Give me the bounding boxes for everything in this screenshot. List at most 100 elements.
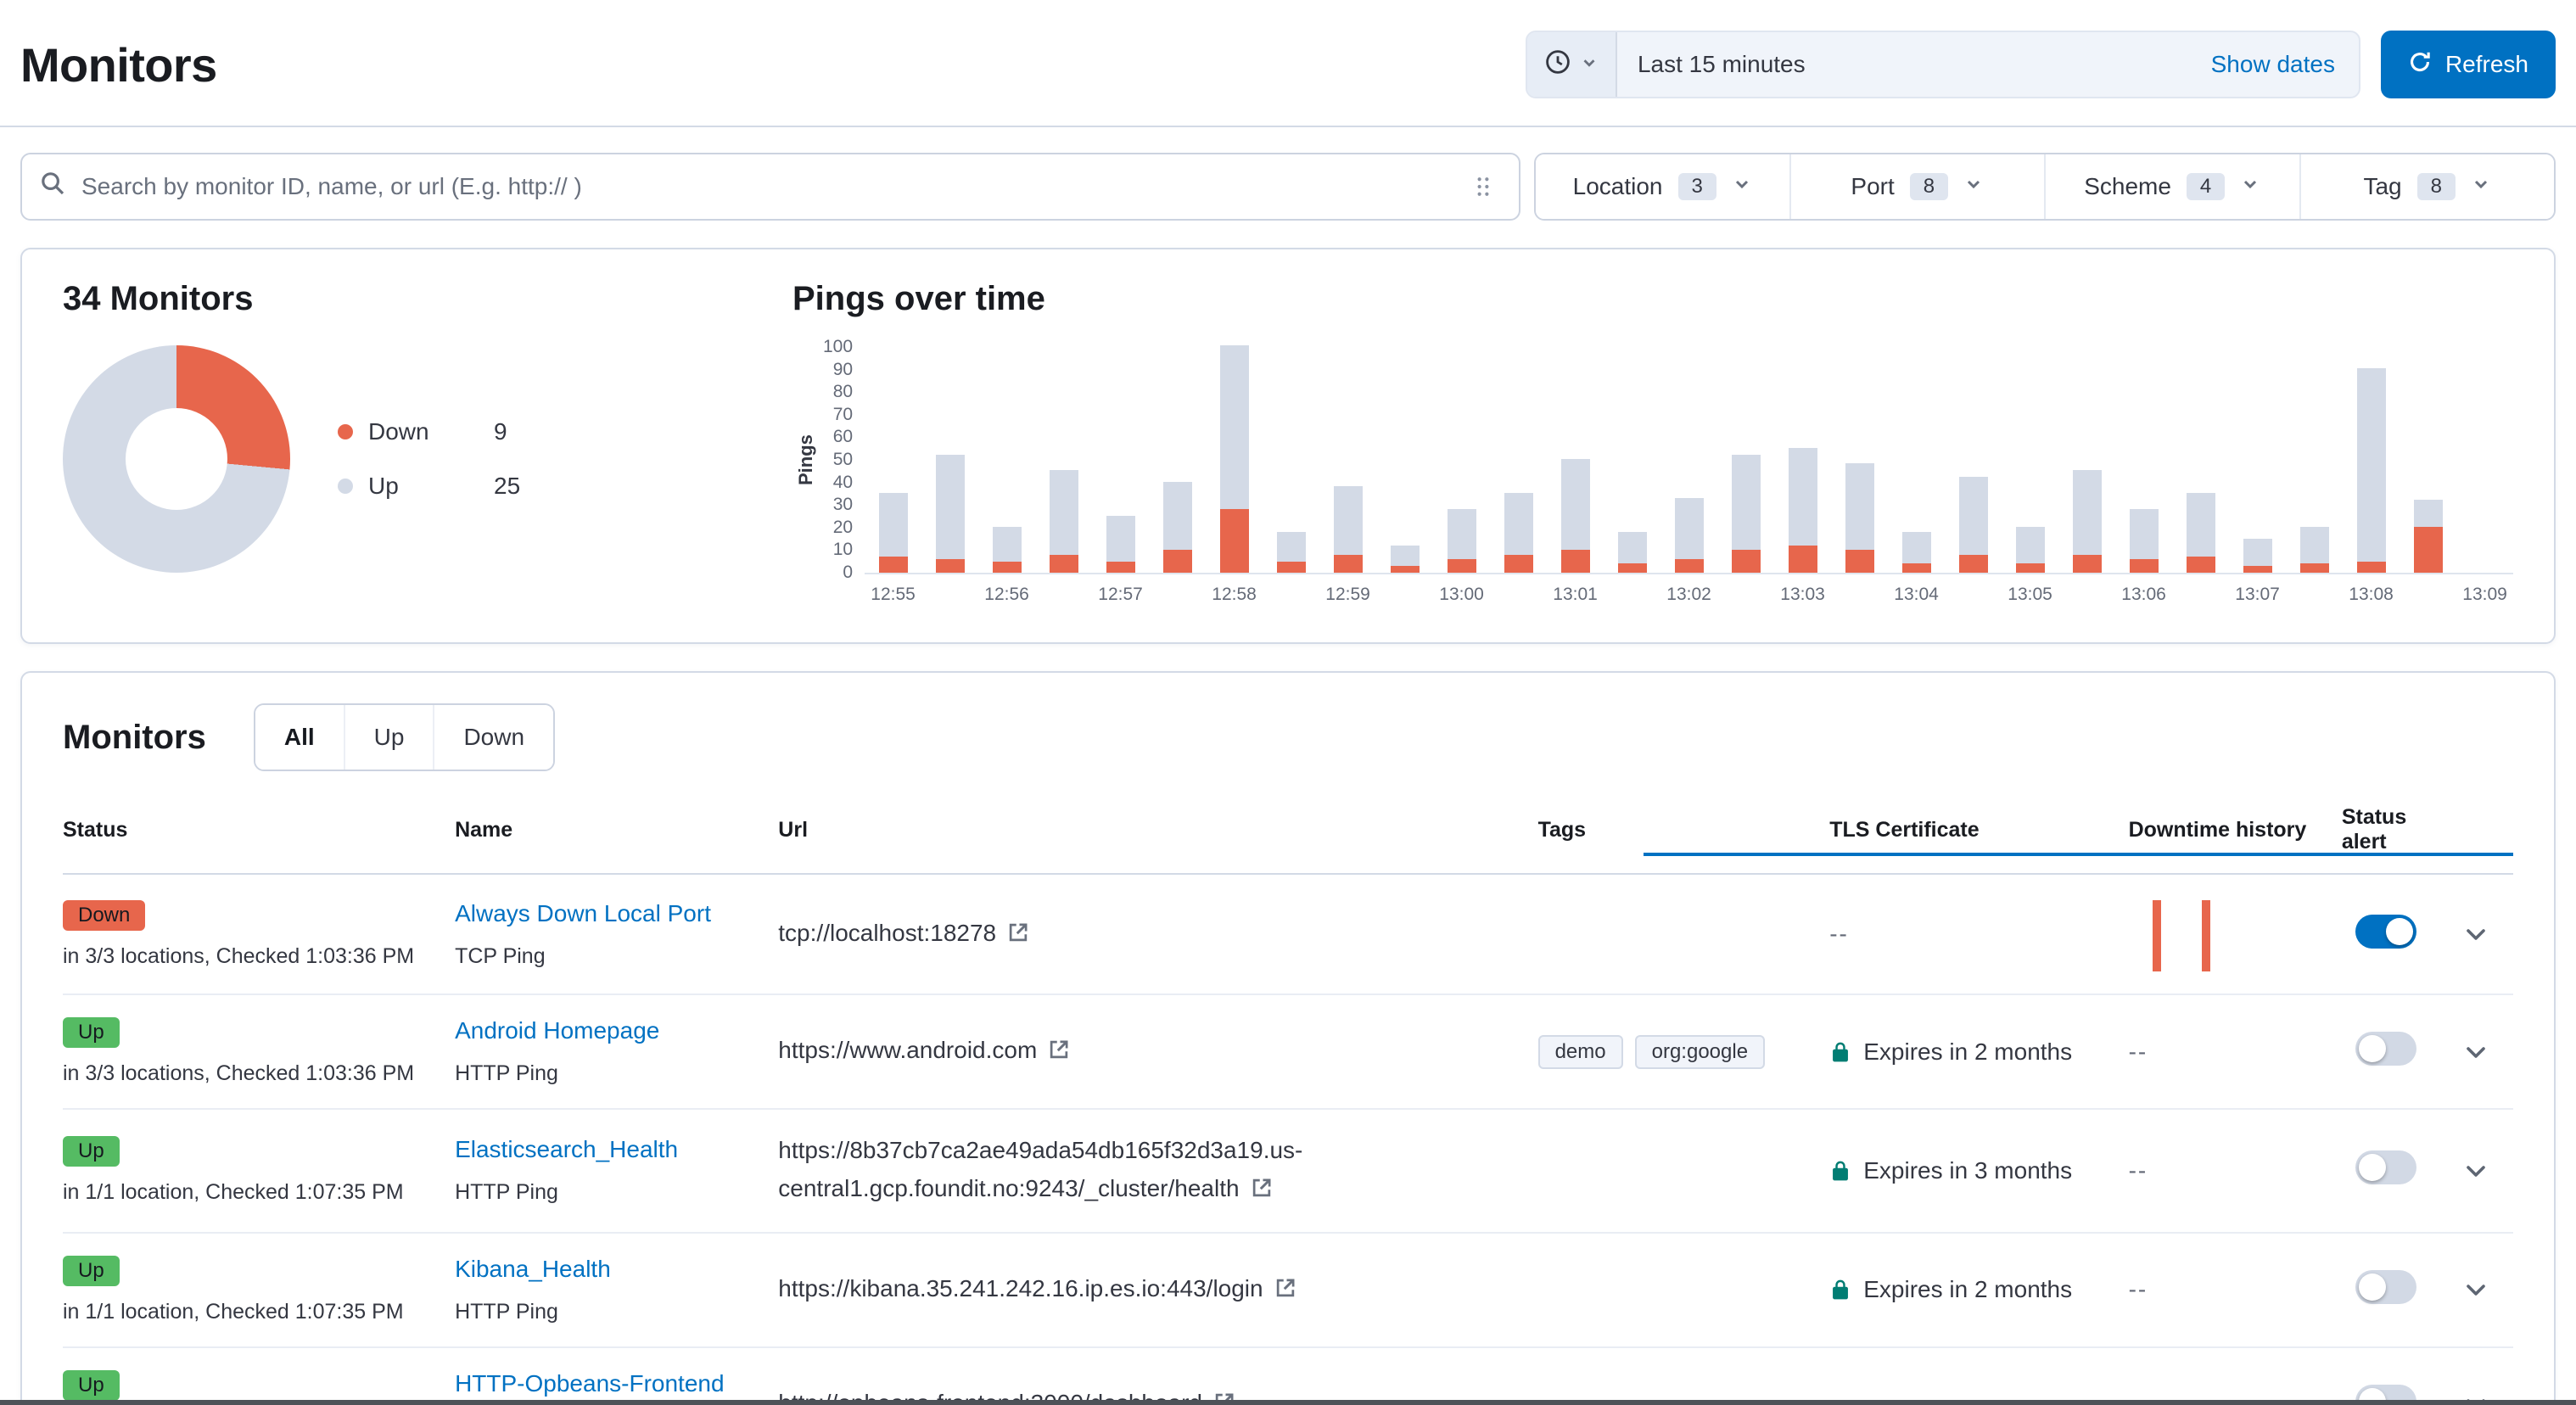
refresh-button[interactable]: Refresh <box>2381 31 2556 98</box>
expand-row-button[interactable] <box>2459 917 2493 951</box>
chart-y-tick-label: 40 <box>833 474 853 491</box>
chart-x-tick-label: 12:58 <box>1206 585 1263 605</box>
legend-item-up[interactable]: Up 25 <box>338 473 520 500</box>
chart-bar-slot <box>1717 345 1774 573</box>
chart-down-segment <box>2016 563 2045 573</box>
down-legend-label: Down <box>368 418 473 445</box>
tls-certificate-cell: Expires in 2 months <box>1829 994 2128 1109</box>
column-expand <box>2459 802 2513 874</box>
chart-bar <box>879 345 908 573</box>
status-alert-toggle[interactable] <box>2355 1150 2416 1184</box>
chart-up-segment <box>1732 455 1761 551</box>
time-range-value[interactable]: Last 15 minutes <box>1617 51 2187 78</box>
monitor-name-link[interactable]: Elasticsearch_Health <box>455 1136 678 1163</box>
chart-down-segment <box>1732 550 1761 573</box>
monitor-type: HTTP Ping <box>455 1300 761 1324</box>
chart-up-segment <box>2414 500 2443 527</box>
chart-bar-slot <box>1660 345 1717 573</box>
downtime-history-cell: -- <box>2129 1109 2342 1233</box>
chart-bar <box>1732 345 1761 573</box>
monitor-type: HTTP Ping <box>455 1061 761 1086</box>
filter-scheme[interactable]: Scheme 4 <box>2044 154 2299 219</box>
chart-y-axis-title: Pings <box>792 345 820 574</box>
url-cell: https://www.android.com <box>778 994 1537 1109</box>
monitor-url: https://kibana.35.241.242.16.ip.es.io:44… <box>778 1275 1263 1301</box>
chart-bar <box>1959 345 1988 573</box>
name-cell: HTTP-Opbeans-FrontendHTTP Ping <box>455 1347 778 1405</box>
monitor-name-link[interactable]: Always Down Local Port <box>455 900 711 927</box>
monitors-donut <box>63 345 290 573</box>
pings-chart-xlabels: 12:5512:5612:5712:5812:5913:0013:0113:02… <box>865 585 2513 605</box>
chart-bar-slot <box>1490 345 1547 573</box>
monitor-name-link[interactable]: Android Homepage <box>455 1017 659 1044</box>
monitor-name-link[interactable]: HTTP-Opbeans-Frontend <box>455 1370 724 1397</box>
status-alert-toggle[interactable] <box>2355 1032 2416 1066</box>
chart-x-tick-label: 13:00 <box>1433 585 1490 605</box>
chart-up-segment <box>1504 493 1533 554</box>
tags-cell <box>1538 1109 1830 1233</box>
chart-up-segment <box>1391 546 1420 566</box>
filter-port[interactable]: Port 8 <box>1789 154 2045 219</box>
chart-x-tick-label <box>2172 585 2229 605</box>
downtime-history-cell: -- <box>2129 994 2342 1109</box>
chart-x-tick-label <box>1831 585 1888 605</box>
chart-x-tick-label: 13:07 <box>2229 585 2286 605</box>
chart-down-segment <box>2187 557 2215 573</box>
grip-icon[interactable] <box>1464 168 1502 205</box>
chart-bar-slot <box>1888 345 1945 573</box>
tab-up[interactable]: Up <box>344 705 434 770</box>
down-legend-dot <box>338 424 353 439</box>
chart-down-segment <box>993 562 1022 573</box>
tab-down[interactable]: Down <box>433 705 553 770</box>
down-legend-value: 9 <box>494 418 507 445</box>
chart-bar <box>1618 345 1647 573</box>
expand-cell <box>2459 1233 2513 1347</box>
chart-up-segment <box>2073 470 2102 554</box>
expand-row-button[interactable] <box>2459 1035 2493 1069</box>
chart-bar-slot <box>1604 345 1660 573</box>
status-alert-toggle[interactable] <box>2355 1270 2416 1304</box>
monitor-name-link[interactable]: Kibana_Health <box>455 1256 611 1283</box>
table-header-row: Status Name Url Tags TLS Certificate Dow… <box>63 802 2513 874</box>
search-input[interactable] <box>81 173 1464 200</box>
chart-x-tick-label <box>2286 585 2343 605</box>
chart-bar-slot <box>2456 345 2513 573</box>
chart-y-tick-label: 80 <box>833 383 853 400</box>
quick-select-button[interactable] <box>1527 32 1617 97</box>
chart-down-segment <box>1902 563 1931 573</box>
chart-bar-slot <box>1774 345 1831 573</box>
tls-expiry-text: Expires in 2 months <box>1863 1038 2072 1066</box>
chart-x-tick-label <box>1035 585 1092 605</box>
chart-bar <box>1448 345 1476 573</box>
expand-row-button[interactable] <box>2459 1154 2493 1188</box>
filter-scheme-label: Scheme <box>2084 173 2171 200</box>
expand-row-button[interactable] <box>2459 1273 2493 1307</box>
status-cell: Upin 3/3 locations, Checked 1:03:36 PM <box>63 994 455 1109</box>
url-cell: https://kibana.35.241.242.16.ip.es.io:44… <box>778 1233 1537 1347</box>
chart-bar <box>2187 345 2215 573</box>
external-link-icon[interactable] <box>1008 916 1028 954</box>
chart-bar-slot <box>1547 345 1604 573</box>
tab-all[interactable]: All <box>255 705 344 770</box>
chart-bar-slot <box>2172 345 2229 573</box>
legend-item-down[interactable]: Down 9 <box>338 418 520 445</box>
toggle-knob <box>2359 1273 2386 1301</box>
status-alert-cell <box>2342 994 2460 1109</box>
external-link-icon[interactable] <box>1252 1172 1272 1210</box>
status-alert-toggle[interactable] <box>2355 915 2416 949</box>
filter-tag[interactable]: Tag 8 <box>2299 154 2555 219</box>
external-link-icon[interactable] <box>1049 1033 1069 1072</box>
tag-badge: demo <box>1538 1035 1623 1069</box>
chart-bar <box>1845 345 1874 573</box>
chart-bar <box>2130 345 2159 573</box>
show-dates-button[interactable]: Show dates <box>2187 51 2359 78</box>
filter-location[interactable]: Location 3 <box>1536 154 1789 219</box>
chart-up-segment <box>1845 463 1874 550</box>
expand-cell <box>2459 1109 2513 1233</box>
external-link-icon[interactable] <box>1275 1272 1296 1310</box>
chart-down-segment <box>1959 555 1988 573</box>
table-row: Upin 3/3 locations, Checked 1:07:38 PMHT… <box>63 1347 2513 1405</box>
chart-bar <box>2300 345 2329 573</box>
chevron-down-icon <box>1963 173 1984 200</box>
chart-bar <box>1277 345 1306 573</box>
